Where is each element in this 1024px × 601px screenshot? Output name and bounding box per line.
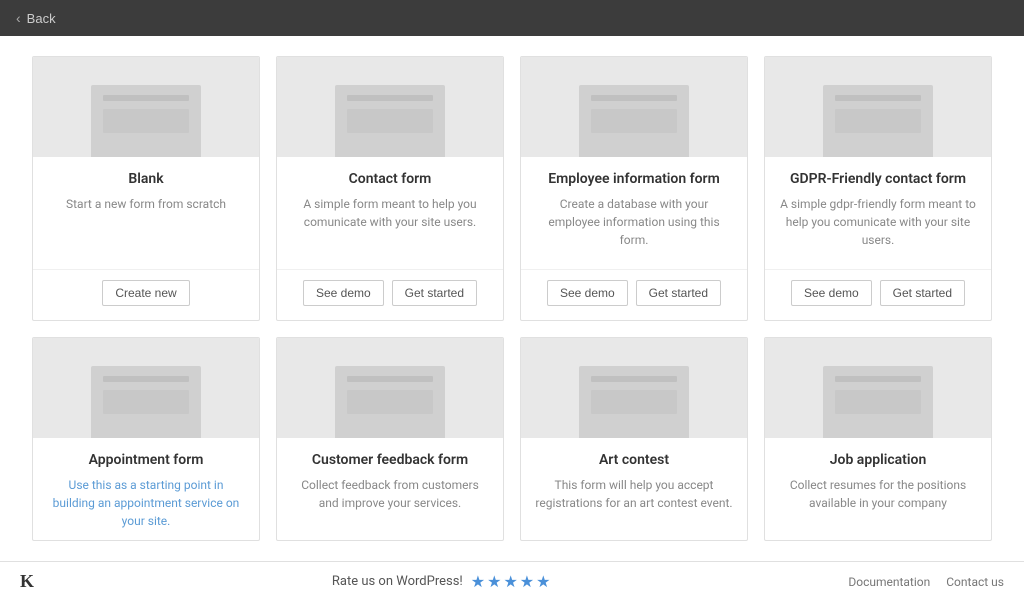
back-arrow-icon: ‹ (16, 10, 21, 26)
main-content: Blank Start a new form from scratch Create… (0, 36, 1024, 561)
template-card: Customer feedback form Collect feedback f… (276, 337, 504, 541)
card-body: Employee information form Create a databa… (521, 157, 747, 259)
card-body: Art contest This form will help you accep… (521, 438, 747, 540)
see-demo-button[interactable]: See demo (791, 280, 872, 306)
back-button[interactable]: ‹ Back (16, 10, 56, 26)
card-description: A simple gdpr-friendly form meant to hel… (779, 195, 977, 249)
card-thumbnail (521, 57, 747, 157)
thumbnail-shape (823, 366, 933, 438)
card-body: Customer feedback form Collect feedback f… (277, 438, 503, 540)
card-body: GDPR-Friendly contact form A simple gdpr-… (765, 157, 991, 259)
card-thumbnail (277, 338, 503, 438)
card-title: Appointment form (47, 452, 245, 468)
template-card: Art contest This form will help you accep… (520, 337, 748, 541)
thumbnail-shape (91, 85, 201, 157)
rate-text: Rate us on WordPress! (332, 574, 463, 589)
thumbnail-shape (335, 85, 445, 157)
see-demo-button[interactable]: See demo (547, 280, 628, 306)
star-rating: ★ ★ ★ ★ ★ (471, 572, 551, 591)
thumbnail-shape (91, 366, 201, 438)
card-title: Job application (779, 452, 977, 468)
template-card: Appointment form Use this as a starting p… (32, 337, 260, 541)
card-title: Customer feedback form (291, 452, 489, 468)
get-started-button[interactable]: Get started (392, 280, 477, 306)
template-card: Employee information form Create a databa… (520, 56, 748, 321)
thumbnail-shape (335, 366, 445, 438)
card-body: Job application Collect resumes for the p… (765, 438, 991, 540)
card-actions: See demo Get started (765, 269, 991, 320)
template-card: Blank Start a new form from scratch Create… (32, 56, 260, 321)
card-thumbnail (33, 57, 259, 157)
card-title: Employee information form (535, 171, 733, 187)
star-4: ★ (520, 572, 534, 591)
get-started-button[interactable]: Get started (880, 280, 965, 306)
footer: K Rate us on WordPress! ★ ★ ★ ★ ★ Docume… (0, 561, 1024, 601)
star-5: ★ (536, 572, 550, 591)
card-thumbnail (765, 338, 991, 438)
card-description: Use this as a starting point in building… (47, 476, 245, 530)
footer-logo: K (20, 571, 34, 592)
thumbnail-shape (579, 366, 689, 438)
card-thumbnail (765, 57, 991, 157)
template-card: Contact form A simple form meant to help … (276, 56, 504, 321)
card-body: Appointment form Use this as a starting p… (33, 438, 259, 540)
card-title: Blank (47, 171, 245, 187)
card-thumbnail (277, 57, 503, 157)
star-1: ★ (471, 572, 485, 591)
documentation-link[interactable]: Documentation (848, 575, 930, 589)
card-thumbnail (33, 338, 259, 438)
template-grid: Blank Start a new form from scratch Create… (32, 56, 992, 541)
template-card: Job application Collect resumes for the p… (764, 337, 992, 541)
card-body: Blank Start a new form from scratch (33, 157, 259, 259)
card-description: A simple form meant to help you comunica… (291, 195, 489, 249)
contact-us-link[interactable]: Contact us (946, 575, 1004, 589)
card-description: This form will help you accept registrat… (535, 476, 733, 530)
template-card: GDPR-Friendly contact form A simple gdpr-… (764, 56, 992, 321)
thumbnail-shape (823, 85, 933, 157)
card-description: Collect resumes for the positions availa… (779, 476, 977, 530)
top-navigation-bar: ‹ Back (0, 0, 1024, 36)
card-title: GDPR-Friendly contact form (779, 171, 977, 187)
see-demo-button[interactable]: See demo (303, 280, 384, 306)
card-description: Collect feedback from customers and impr… (291, 476, 489, 530)
card-description: Create a database with your employee inf… (535, 195, 733, 249)
card-actions: See demo Get started (277, 269, 503, 320)
get-started-button[interactable]: Get started (636, 280, 721, 306)
card-body: Contact form A simple form meant to help … (277, 157, 503, 259)
card-actions: See demo Get started (521, 269, 747, 320)
thumbnail-shape (579, 85, 689, 157)
star-2: ★ (487, 572, 501, 591)
card-thumbnail (521, 338, 747, 438)
card-title: Contact form (291, 171, 489, 187)
back-label: Back (27, 11, 56, 26)
footer-rating: Rate us on WordPress! ★ ★ ★ ★ ★ (332, 572, 551, 591)
create-new-button[interactable]: Create new (102, 280, 189, 306)
card-title: Art contest (535, 452, 733, 468)
card-actions: Create new (33, 269, 259, 320)
card-description: Start a new form from scratch (47, 195, 245, 249)
star-3: ★ (503, 572, 517, 591)
footer-links: Documentation Contact us (848, 575, 1004, 589)
